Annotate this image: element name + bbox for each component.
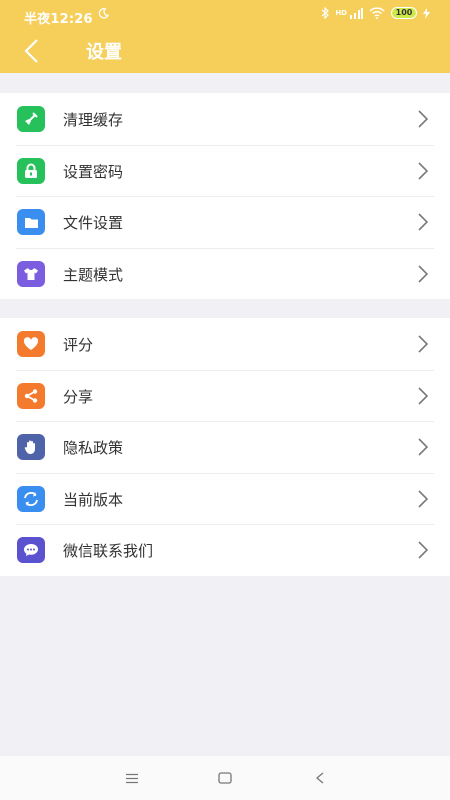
row-label: 微信联系我们	[63, 542, 154, 560]
tshirt-icon	[17, 260, 45, 287]
row-current-version[interactable]: 当前版本	[0, 472, 450, 525]
back-triangle-icon	[315, 772, 324, 784]
chevron-right-icon	[418, 541, 428, 559]
row-file-settings[interactable]: 文件设置	[0, 196, 450, 248]
row-set-password[interactable]: 设置密码	[0, 144, 450, 197]
row-wechat-contact[interactable]: 微信联系我们	[0, 524, 450, 576]
row-label: 评分	[63, 336, 94, 354]
chevron-right-icon	[418, 386, 428, 405]
hand-icon	[17, 434, 45, 460]
chevron-right-icon	[418, 213, 428, 231]
title-bar: 设置	[0, 30, 450, 73]
back-button[interactable]	[14, 34, 48, 68]
status-indicators: HD 100	[321, 7, 430, 19]
row-privacy-policy[interactable]: 隐私政策	[0, 421, 450, 473]
chevron-right-icon	[418, 438, 428, 456]
app-header: 半夜12:26 HD 100 设置	[0, 0, 450, 73]
signal-icon	[350, 7, 363, 19]
chevron-right-icon	[418, 489, 428, 508]
system-nav-bar	[0, 756, 450, 800]
share-icon	[17, 382, 45, 409]
chevron-right-icon	[418, 161, 428, 180]
row-label: 主题模式	[63, 265, 124, 284]
moon-icon	[98, 8, 109, 19]
bluetooth-icon	[321, 7, 330, 19]
home-button[interactable]	[212, 766, 238, 790]
network-label: HD	[335, 9, 347, 17]
status-time: 半夜12:26	[24, 12, 93, 27]
wifi-icon	[369, 7, 385, 19]
row-label: 隐私政策	[63, 439, 124, 457]
chat-icon	[17, 537, 45, 563]
chevron-right-icon	[418, 110, 428, 128]
charging-icon	[423, 7, 430, 19]
row-share[interactable]: 分享	[0, 369, 450, 422]
broom-icon	[17, 106, 45, 132]
menu-icon	[126, 773, 138, 783]
back-nav-button[interactable]	[307, 766, 333, 790]
status-bar: 半夜12:26 HD 100	[0, 0, 450, 30]
heart-icon	[17, 331, 45, 357]
lock-icon	[17, 157, 45, 184]
row-label: 当前版本	[63, 490, 124, 509]
row-label: 清理缓存	[63, 111, 124, 129]
row-theme-mode[interactable]: 主题模式	[0, 247, 450, 300]
row-label: 文件设置	[63, 214, 124, 232]
menu-button[interactable]	[119, 766, 145, 790]
settings-group-general: 清理缓存 设置密码 文件设置 主题模式	[0, 93, 450, 299]
folder-icon	[17, 209, 45, 235]
settings-group-about: 评分 分享 隐私政策 当前版本 微信联系我们	[0, 318, 450, 576]
home-square-icon	[218, 772, 232, 784]
chevron-right-icon	[418, 264, 428, 283]
row-rating[interactable]: 评分	[0, 318, 450, 370]
row-label: 设置密码	[63, 162, 124, 181]
refresh-icon	[17, 485, 45, 512]
chevron-left-icon	[24, 39, 38, 63]
row-clear-cache[interactable]: 清理缓存	[0, 93, 450, 145]
chevron-right-icon	[418, 335, 428, 353]
row-label: 分享	[63, 387, 94, 406]
page-title: 设置	[86, 42, 122, 63]
battery-indicator: 100	[391, 7, 417, 19]
